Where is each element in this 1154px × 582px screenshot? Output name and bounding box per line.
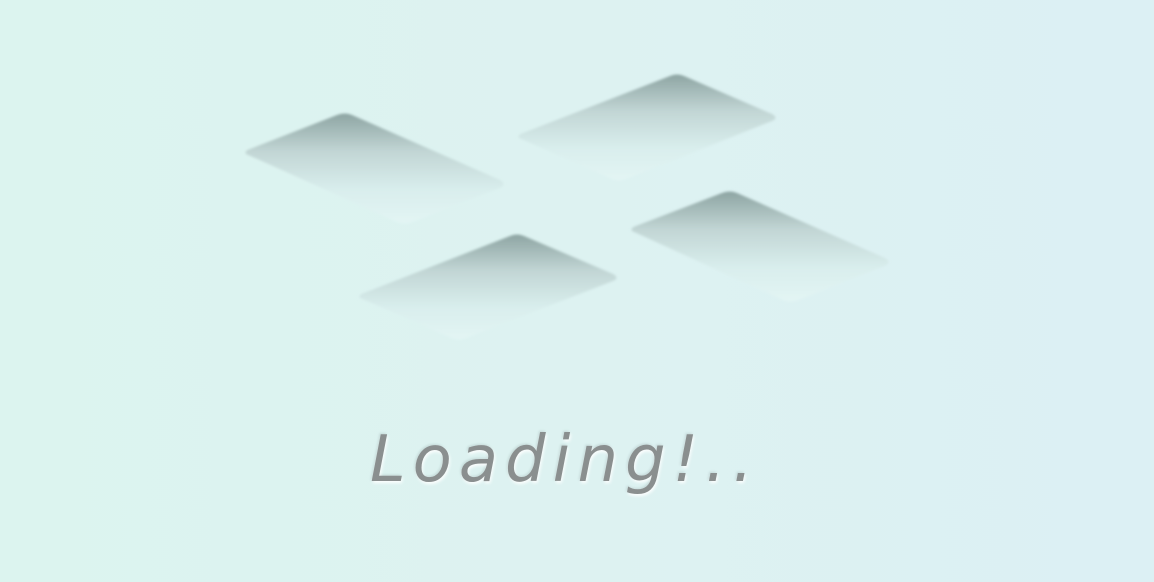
loader-tile-2 bbox=[518, 74, 776, 181]
loader-tile-1 bbox=[245, 113, 504, 224]
loading-screen: Loading!.. bbox=[0, 0, 1154, 582]
loader-tile-4 bbox=[631, 191, 889, 302]
loader-tile-3 bbox=[359, 234, 617, 340]
loading-label: Loading!.. bbox=[370, 423, 760, 497]
